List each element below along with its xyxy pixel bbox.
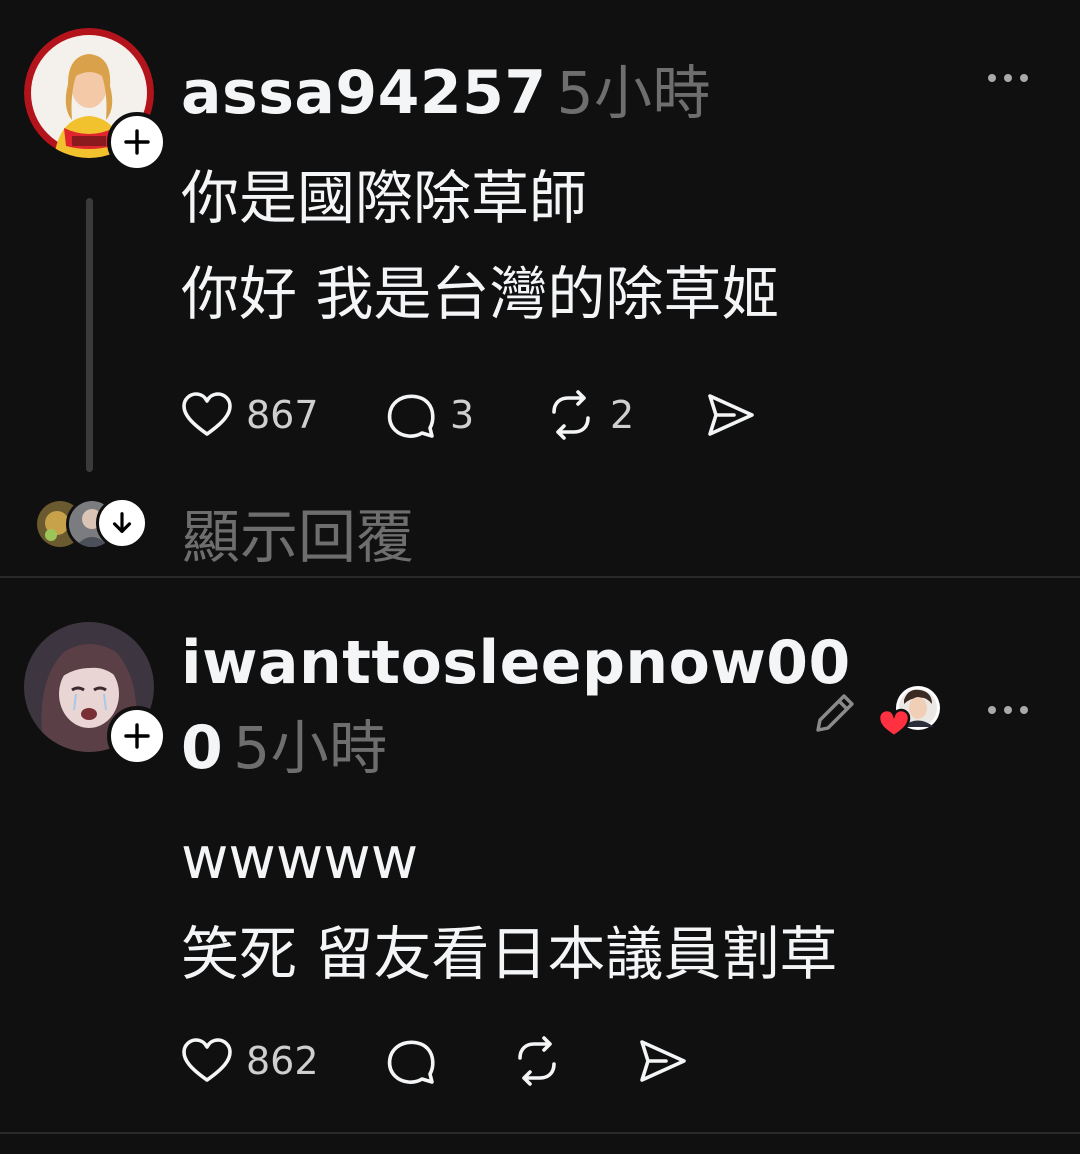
- post-iwanttosleepnow000[interactable]: iwanttosleepnow00 0 5小時 wwwww 笑死 留友看日本議員割…: [0, 578, 1080, 1133]
- comment-icon: [387, 1040, 435, 1084]
- like-count: 862: [246, 1039, 319, 1083]
- more-icon[interactable]: [986, 71, 1030, 85]
- post-header: assa94257 5小時: [181, 46, 711, 130]
- share-icon: [708, 394, 754, 436]
- heart-icon: [182, 1038, 232, 1082]
- pencil-icon[interactable]: [810, 688, 860, 738]
- show-replies-row[interactable]: 顯示回覆: [34, 494, 634, 571]
- action-bar: 862: [180, 1031, 740, 1091]
- username[interactable]: 0: [181, 713, 223, 783]
- like-button[interactable]: 867: [180, 385, 319, 445]
- timestamp: 5小時: [233, 714, 388, 782]
- share-icon: [640, 1040, 686, 1082]
- comment-count: 3: [450, 393, 475, 437]
- show-replies-link[interactable]: 顯示回覆: [182, 490, 414, 574]
- threads-feed: assa942575小時 你是國際除草師 你好 我是台灣的除草姬 867 3: [0, 0, 1080, 1154]
- liked-by-author[interactable]: [874, 684, 946, 744]
- post-header: iwanttosleepnow00 0 5小時: [181, 626, 851, 796]
- share-button[interactable]: [636, 1031, 690, 1091]
- like-button[interactable]: 862: [180, 1031, 319, 1091]
- comment-icon: [387, 394, 435, 438]
- arrow-down-icon: [112, 512, 132, 533]
- username-overflow: 0 5小時: [181, 700, 851, 796]
- like-count: 867: [246, 393, 319, 437]
- share-button[interactable]: [704, 385, 758, 445]
- repost-button[interactable]: 2: [544, 385, 634, 445]
- repost-icon: [552, 390, 590, 440]
- post-text: 你是國際除草師 你好 我是台灣的除草姬: [181, 150, 779, 342]
- more-icon[interactable]: [986, 703, 1030, 717]
- follow-plus-icon: [124, 723, 150, 749]
- follow-plus-icon: [124, 129, 150, 155]
- repost-count: 2: [610, 393, 635, 437]
- timestamp: 5小時: [556, 59, 712, 127]
- post-text-line: 笑死 留友看日本議員割草: [181, 920, 838, 988]
- repost-button[interactable]: [510, 1031, 564, 1091]
- username[interactable]: iwanttosleepnow00: [181, 626, 851, 700]
- post-text-line: wwwww: [181, 824, 419, 892]
- post-text: wwwww 笑死 留友看日本議員割草: [181, 810, 837, 1002]
- post-assa94257[interactable]: assa942575小時 你是國際除草師 你好 我是台灣的除草姬 867 3: [0, 0, 1080, 577]
- repost-icon: [518, 1036, 556, 1086]
- divider: [0, 1132, 1080, 1134]
- thread-line: [86, 198, 93, 472]
- comment-button[interactable]: 3: [384, 385, 474, 445]
- post-text-line: 你是國際除草師: [181, 164, 588, 232]
- username[interactable]: assa94257: [181, 58, 547, 128]
- comment-button[interactable]: [384, 1031, 438, 1091]
- action-bar: 867 3 2: [180, 385, 800, 445]
- heart-icon: [182, 392, 232, 436]
- heart-icon: [877, 708, 911, 738]
- follow-button[interactable]: [107, 706, 167, 766]
- expand-replies-button[interactable]: [96, 497, 148, 549]
- follow-button[interactable]: [107, 112, 167, 172]
- post-text-line: 你好 我是台灣的除草姬: [181, 260, 780, 328]
